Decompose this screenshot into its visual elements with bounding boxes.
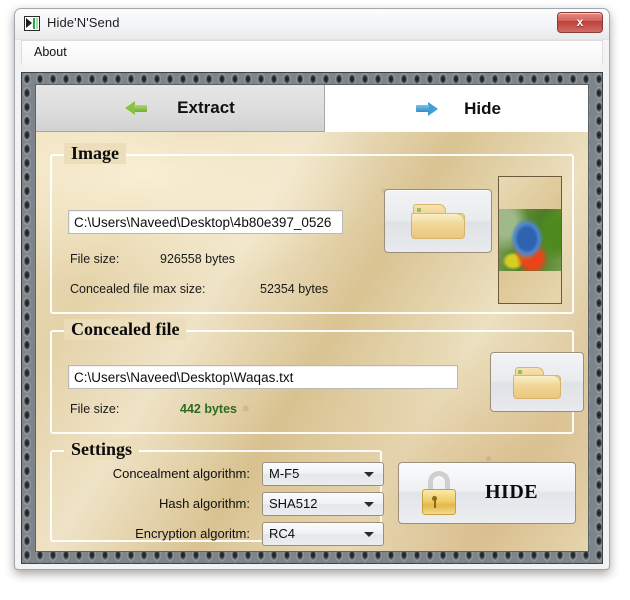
concealed-file-path-input[interactable]: C:\Users\Naveed\Desktop\Waqas.txt — [68, 365, 458, 389]
padlock-icon — [417, 471, 461, 515]
menu-bar: About — [21, 40, 603, 65]
image-group-title: Image — [64, 143, 126, 164]
chevron-down-icon — [364, 502, 374, 507]
encryption-algorithm-value: RC4 — [269, 526, 296, 541]
chevron-down-icon — [364, 532, 374, 537]
concealed-file-group: Concealed file C:\Users\Naveed\Desktop\W… — [50, 319, 584, 434]
concealment-algorithm-label: Concealment algorithm: — [112, 466, 250, 481]
menu-item-about[interactable]: About — [22, 41, 77, 59]
parchment-content: Image C:\Users\Naveed\Desktop\4b80e397_0… — [36, 132, 588, 551]
encryption-algorithm-select[interactable]: RC4 — [262, 522, 384, 546]
hide-button[interactable]: HIDE — [398, 462, 576, 524]
tab-hide[interactable]: Hide — [325, 85, 588, 132]
encryption-algorithm-label: Encryption algoritm: — [135, 526, 250, 541]
image-file-size-value: 926558 bytes — [160, 252, 236, 266]
app-logo-icon — [24, 16, 40, 31]
concealment-algorithm-value: M-F5 — [269, 466, 300, 481]
hash-algorithm-value: SHA512 — [269, 496, 318, 511]
concealed-file-group-title: Concealed file — [64, 319, 187, 340]
settings-group-title: Settings — [64, 439, 140, 460]
close-button[interactable]: x — [557, 12, 603, 33]
hide-button-label: HIDE — [485, 481, 539, 503]
open-folder-icon — [410, 201, 466, 241]
open-folder-icon — [512, 364, 562, 400]
browse-concealed-file-button[interactable] — [490, 352, 584, 412]
decorative-mesh-frame: Extract Hide Image C:\Users\Naveed\Deskt… — [21, 72, 603, 564]
image-path-input[interactable]: C:\Users\Naveed\Desktop\4b80e397_0526 — [68, 210, 343, 234]
image-preview-thumbnail — [499, 209, 561, 271]
content-panel: Extract Hide Image C:\Users\Naveed\Deskt… — [36, 85, 588, 551]
image-group: Image C:\Users\Naveed\Desktop\4b80e397_0… — [50, 143, 574, 314]
window-title: Hide'N'Send — [47, 15, 120, 30]
concealed-file-size-value: 442 bytes — [180, 402, 237, 416]
image-file-size-label: File size: — [70, 252, 120, 266]
chevron-down-icon — [364, 472, 374, 477]
concealment-algorithm-select[interactable]: M-F5 — [262, 462, 384, 486]
image-preview-frame — [498, 176, 562, 304]
hash-algorithm-label: Hash algorithm: — [158, 496, 250, 511]
green-left-arrow-icon — [125, 99, 151, 117]
image-max-size-label: Concealed file max size: — [70, 282, 206, 296]
hash-algorithm-select[interactable]: SHA512 — [262, 492, 384, 516]
browse-image-button[interactable] — [384, 189, 492, 253]
tab-extract[interactable]: Extract — [36, 85, 325, 132]
tab-hide-label: Hide — [464, 98, 501, 118]
tab-extract-label: Extract — [177, 98, 235, 117]
tab-strip: Extract Hide — [36, 85, 588, 133]
blue-right-arrow-icon — [412, 100, 439, 118]
application-window: Hide'N'Send x About Extract Hide Image C… — [14, 8, 610, 570]
setting-row-encryption: Encryption algoritm: RC4 — [36, 522, 588, 548]
concealed-file-size-label: File size: — [70, 402, 120, 416]
image-max-size-value: 52354 bytes — [260, 282, 329, 296]
close-icon: x — [576, 15, 584, 29]
title-bar: Hide'N'Send x — [15, 9, 609, 40]
